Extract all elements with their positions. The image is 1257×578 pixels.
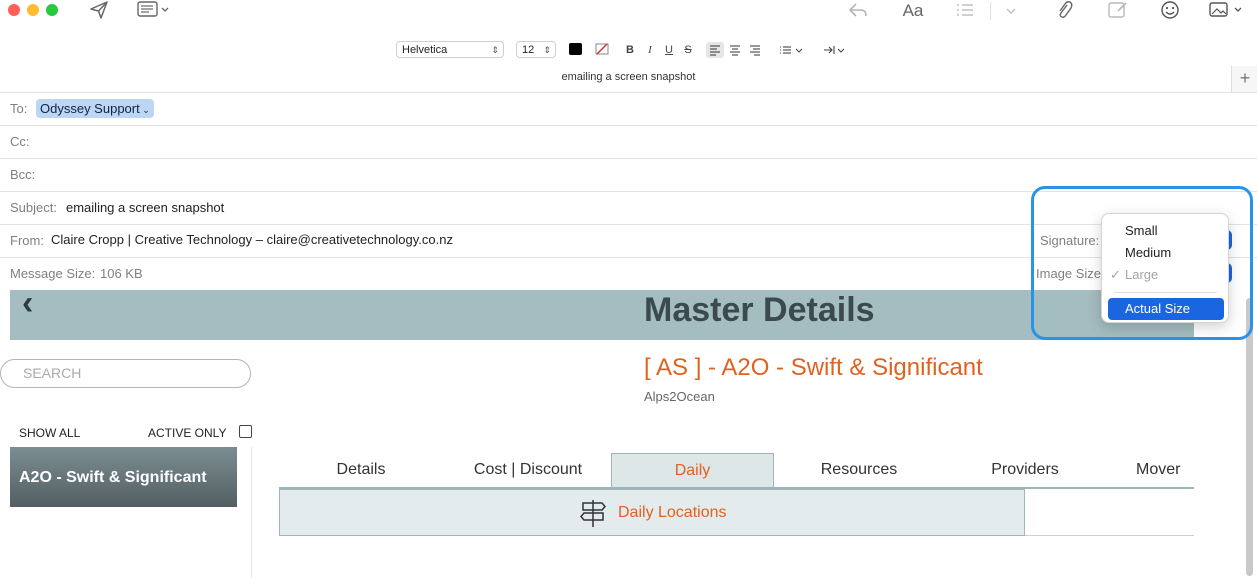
minimize-window-button[interactable] — [27, 4, 39, 16]
select-arrows-icon: ⇕ — [491, 45, 499, 55]
tour-subtitle: Alps2Ocean — [644, 389, 715, 404]
list-icon[interactable] — [954, 0, 976, 22]
window-tab-title: emailing a screen snapshot — [561, 71, 696, 83]
cc-label: Cc: — [10, 134, 30, 149]
tab-details: Details — [336, 461, 386, 478]
to-label: To: — [10, 101, 28, 116]
subject-input[interactable]: emailing a screen snapshot — [66, 201, 224, 214]
close-window-button[interactable] — [8, 4, 20, 16]
annotation-highlight — [1031, 186, 1253, 340]
to-row — [0, 92, 1257, 125]
new-tab-button[interactable]: + — [1231, 66, 1257, 93]
list-item-label: A2O - Swift & Significant — [19, 469, 207, 486]
emoji-icon[interactable] — [1159, 0, 1181, 22]
active-only-label: ACTIVE ONLY — [148, 426, 227, 440]
align-left-button[interactable] — [706, 42, 724, 58]
tab-providers: Providers — [991, 461, 1059, 478]
paperclip-icon[interactable] — [1053, 0, 1075, 22]
toolbar-divider — [990, 2, 991, 20]
italic-button[interactable]: I — [644, 42, 656, 58]
font-size-select[interactable]: 12 ⇕ — [516, 41, 556, 58]
chevron-down-icon[interactable] — [1004, 0, 1018, 22]
header-fields-menu-icon[interactable] — [136, 0, 172, 22]
photo-browser-icon[interactable] — [1207, 0, 1245, 22]
indent-menu-icon[interactable] — [822, 42, 848, 58]
from-label: From: — [10, 233, 44, 248]
recipient-name: Odyssey Support — [40, 101, 140, 116]
font-family-value: Helvetica — [402, 44, 448, 56]
panel-divider — [1025, 535, 1194, 536]
font-size-value: 12 — [522, 44, 535, 56]
font-family-select[interactable]: Helvetica ⇕ — [396, 41, 504, 58]
underline-button[interactable]: U — [663, 42, 675, 58]
subject-label: Subject: — [10, 200, 57, 215]
active-only-checkbox — [239, 425, 252, 438]
show-all-label: SHOW ALL — [19, 426, 81, 440]
list-style-menu-icon[interactable] — [778, 42, 806, 58]
daily-locations-label: Daily Locations — [618, 504, 727, 521]
markup-icon[interactable] — [1106, 0, 1130, 22]
scrollbar-thumb[interactable] — [1246, 298, 1253, 576]
tab-resources: Resources — [820, 461, 898, 478]
highlight-color-icon[interactable] — [594, 42, 610, 58]
tab-daily: Daily — [611, 453, 774, 487]
recipient-token[interactable]: Odyssey Support ⌄ — [36, 99, 154, 118]
from-account-select[interactable]: Claire Cropp | Creative Technology – cla… — [51, 233, 453, 246]
back-chevron-icon: ‹ — [22, 284, 34, 322]
banner-title: Master Details — [644, 291, 875, 329]
align-center-button[interactable] — [726, 42, 744, 58]
list-divider — [251, 447, 252, 578]
strikethrough-button[interactable]: S — [682, 42, 694, 58]
send-icon[interactable] — [88, 0, 110, 22]
chevron-down-icon: ⌄ — [139, 105, 150, 115]
cc-row[interactable] — [0, 125, 1257, 158]
select-arrows-icon: ⇕ — [543, 45, 551, 55]
message-size-label: Message Size: — [10, 266, 96, 281]
align-right-button[interactable] — [746, 42, 764, 58]
reply-icon[interactable] — [846, 0, 870, 22]
text-color-swatch[interactable] — [569, 43, 582, 55]
tour-title: [ AS ] - A2O - Swift & Significant — [644, 354, 983, 381]
tab-movements: Mover — [1136, 461, 1181, 478]
signpost-icon — [578, 498, 608, 528]
bcc-label: Bcc: — [10, 167, 36, 182]
tab-cost-discount: Cost | Discount — [473, 461, 583, 478]
zoom-window-button[interactable] — [46, 4, 58, 16]
message-size-value: 106 KB — [100, 266, 143, 281]
search-field: SEARCH — [0, 359, 251, 388]
bold-button[interactable]: B — [624, 42, 636, 58]
master-details-banner — [10, 290, 1194, 340]
format-icon[interactable]: Aa — [899, 0, 927, 22]
